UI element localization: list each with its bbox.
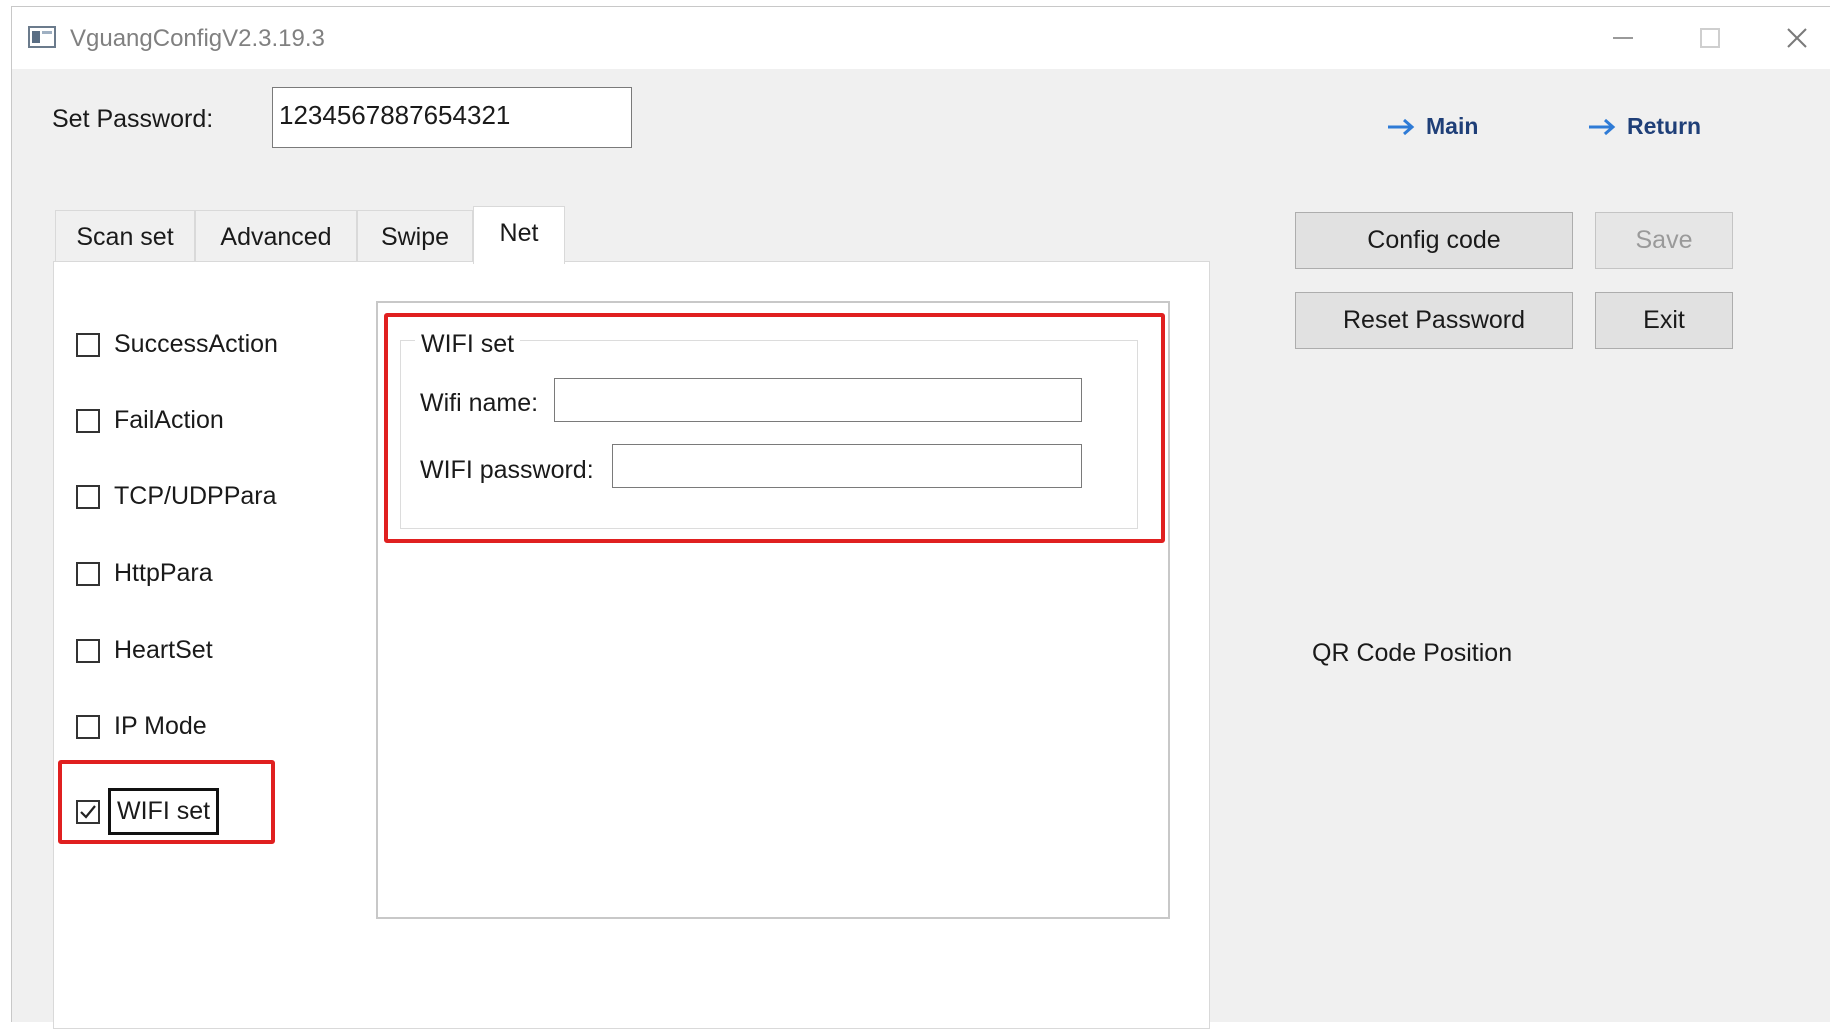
maximize-icon: [1700, 28, 1720, 48]
checkbox[interactable]: [76, 561, 100, 586]
option-label: FailAction: [114, 406, 224, 434]
option-label: HttpPara: [114, 559, 213, 587]
tab-swipe[interactable]: Swipe: [357, 210, 473, 262]
close-icon: [1787, 28, 1807, 48]
main-link[interactable]: Main: [1386, 113, 1478, 140]
password-input[interactable]: 1234567887654321: [272, 87, 632, 148]
window-title: VguangConfigV2.3.19.3: [70, 25, 325, 52]
reset-password-button[interactable]: Reset Password: [1295, 292, 1573, 349]
maximize-button[interactable]: [1682, 17, 1738, 59]
qr-code-position-label: QR Code Position: [1312, 639, 1513, 667]
option-label: HeartSet: [114, 636, 213, 664]
tab-net[interactable]: Net: [473, 206, 565, 264]
checkbox[interactable]: [76, 484, 100, 509]
checkbox[interactable]: [76, 408, 100, 433]
checkbox[interactable]: [76, 714, 100, 739]
checkbox[interactable]: [76, 332, 100, 357]
option-heart-set[interactable]: HeartSet: [76, 636, 213, 665]
option-ip-mode[interactable]: IP Mode: [76, 712, 207, 741]
config-code-button[interactable]: Config code: [1295, 212, 1573, 269]
option-label: TCP/UDPPara: [114, 482, 277, 510]
arrow-right-icon: [1589, 118, 1616, 135]
option-success-action[interactable]: SuccessAction: [76, 330, 278, 359]
app-icon: [28, 26, 56, 48]
tab-advanced[interactable]: Advanced: [195, 210, 357, 262]
minimize-button[interactable]: [1595, 17, 1651, 59]
minimize-icon: [1613, 37, 1633, 39]
arrow-right-icon: [1388, 118, 1415, 135]
option-fail-action[interactable]: FailAction: [76, 406, 224, 435]
return-link-label: Return: [1627, 113, 1702, 139]
main-link-label: Main: [1426, 113, 1479, 139]
save-button[interactable]: Save: [1595, 212, 1733, 269]
password-label: Set Password:: [52, 105, 214, 133]
tab-scan-set[interactable]: Scan set: [55, 210, 195, 262]
return-link[interactable]: Return: [1587, 113, 1701, 140]
checkbox[interactable]: [76, 638, 100, 663]
app-window: VguangConfigV2.3.19.3 Set Password: 1234…: [11, 6, 1830, 1029]
option-tcp-udp-para[interactable]: TCP/UDPPara: [76, 482, 277, 511]
option-http-para[interactable]: HttpPara: [76, 559, 213, 588]
option-label: IP Mode: [114, 712, 207, 740]
exit-button[interactable]: Exit: [1595, 292, 1733, 349]
highlight-box: [384, 313, 1165, 543]
title-bar[interactable]: VguangConfigV2.3.19.3: [12, 7, 1830, 69]
option-label: SuccessAction: [114, 330, 278, 358]
close-button[interactable]: [1769, 17, 1825, 59]
highlight-box: [58, 760, 275, 844]
